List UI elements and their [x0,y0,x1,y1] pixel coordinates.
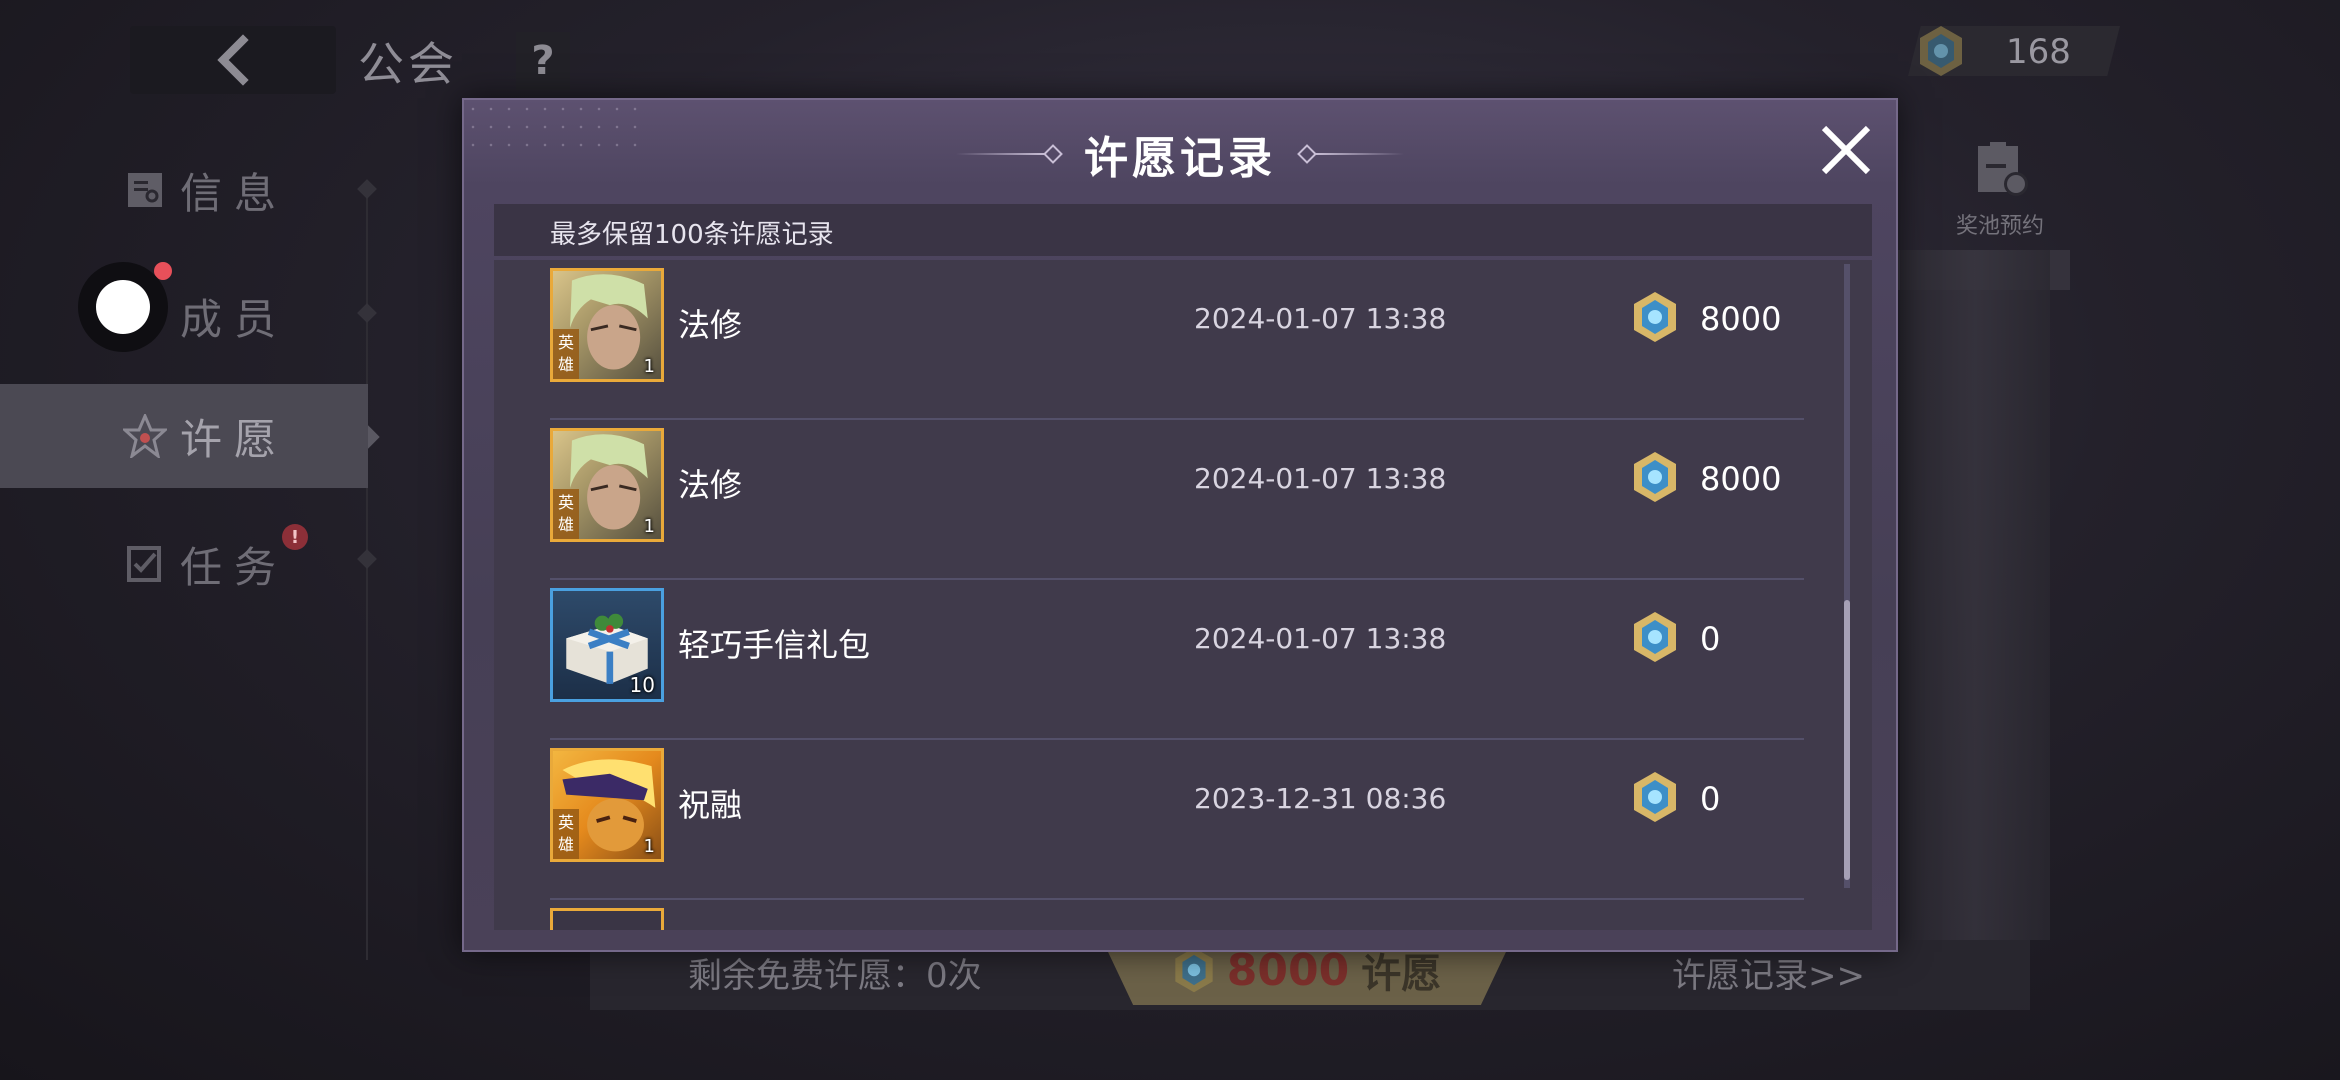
title-ornament [1297,144,1404,164]
sidebar-item-members[interactable]: 成员 [0,264,368,368]
record-cost: 0 [1700,620,1721,658]
alert-badge: ! [282,524,308,550]
item-count: 1 [643,836,655,857]
chevron-left-icon [217,34,249,86]
list-item: 10 轻巧手信礼包 2024-01-07 13:38 0 [494,580,1872,740]
hero-tag: 英雄 [553,489,579,539]
sidebar-item-tasks[interactable]: 任务 [0,512,368,616]
item-count: 1 [643,516,655,537]
title-ornament [956,144,1063,164]
calendar-clock-icon [1978,142,2028,196]
list-item: 英雄 1 法修 2024-01-07 13:38 8000 [494,260,1872,420]
record-time: 2024-01-07 13:38 [1194,462,1447,495]
pillar-decoration [1900,250,2050,940]
currency-value: 168 [2006,32,2071,72]
list-item: 英雄 1 祝融 2023-12-31 08:36 0 [494,740,1872,900]
gift-pack-icon-frame[interactable]: 10 [550,588,664,702]
wish-cost: 8000 [1226,944,1350,996]
close-button[interactable] [1818,122,1874,178]
hero-portrait[interactable]: 英雄 1 [550,428,664,542]
gem-currency-icon [1634,772,1676,822]
info-icon [122,167,168,213]
record-cost: 0 [1700,780,1721,818]
wish-icon [122,413,168,459]
close-icon [1821,125,1871,175]
item-count: 1 [643,356,655,377]
sidebar-item-wish[interactable]: 许愿 [0,384,368,488]
sidebar-item-info[interactable]: 信息 [0,138,368,242]
list-item: 英雄 1 法修 2024-01-07 13:38 8000 [494,420,1872,580]
item-name: 轻巧手信礼包 [678,626,871,664]
item-count: 10 [629,673,655,697]
help-button[interactable]: ? [516,32,570,90]
record-time: 2023-12-31 08:36 [1194,782,1447,815]
gem-currency-icon [1634,612,1676,662]
note-bar: 最多保留100条许愿记录 [494,204,1872,256]
pool-reserve-label: 奖池预约 [1955,214,2044,239]
list-item [494,900,1872,930]
floating-assist-button[interactable] [78,262,168,352]
hero-portrait[interactable]: 英雄 1 [550,268,664,382]
record-limit-note: 最多保留100条许愿记录 [550,220,834,250]
dialog-header: 许愿记录 [464,124,1896,184]
record-cost: 8000 [1700,300,1782,338]
free-wishes-text: 剩余免费许愿：0次 [688,956,982,996]
item-name: 法修 [678,466,743,504]
scrollbar-thumb[interactable] [1844,600,1850,880]
hero-tag: 英雄 [553,329,579,379]
task-icon [122,541,168,587]
gem-currency-icon [1920,26,1962,76]
pool-reserve-button[interactable]: 奖池预约 [1950,140,2050,240]
record-time: 2024-01-07 13:38 [1194,622,1447,655]
back-button[interactable] [130,26,336,94]
dialog-title: 许愿记录 [1084,133,1276,184]
item-frame[interactable] [550,908,664,930]
sidebar-item-label: 信息 [180,168,289,218]
item-name: 法修 [678,306,743,344]
gem-currency-icon [1634,452,1676,502]
hero-portrait[interactable]: 英雄 1 [550,748,664,862]
record-time: 2024-01-07 13:38 [1194,302,1447,335]
sidebar-item-label: 许愿 [180,414,289,464]
record-list[interactable]: 英雄 1 法修 2024-01-07 13:38 8000 英雄 1 法修 20… [494,260,1872,930]
wish-record-dialog: 许愿记录 最多保留100条许愿记录 英雄 1 法修 2024-01-07 13:… [462,98,1898,952]
gem-currency-icon [1634,292,1676,342]
sidebar-item-label: 任务 [180,542,289,592]
wish-record-link[interactable]: 许愿记录>> [1672,948,1865,997]
item-name: 祝融 [678,786,743,824]
page-title: 公会 [358,37,458,91]
record-cost: 8000 [1700,460,1782,498]
sidebar-item-label: 成员 [180,294,289,344]
gem-currency-icon [1175,947,1213,993]
currency-display: 168 [1908,26,2120,76]
hero-tag: 英雄 [553,809,579,859]
